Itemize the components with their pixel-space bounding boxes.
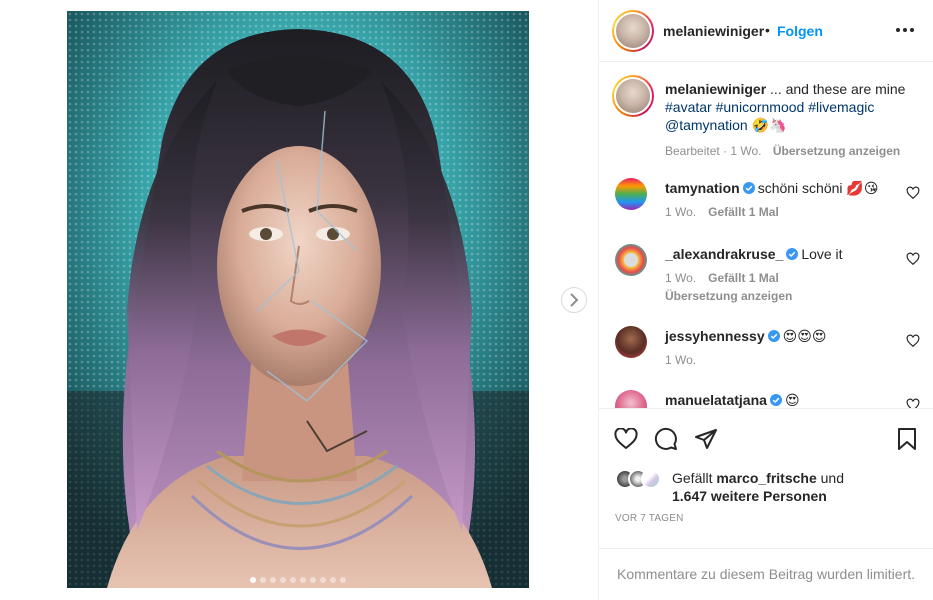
hashtag-link[interactable]: #livemagic xyxy=(808,99,874,115)
edited-label: Bearbeitet xyxy=(665,144,720,158)
likes-summary: Gefällt marco_fritsche und 1.647 weitere… xyxy=(615,469,915,509)
post-media-area xyxy=(0,0,598,600)
likes-prefix: Gefällt xyxy=(672,470,713,486)
paper-plane-icon xyxy=(695,429,717,449)
hashtag-link[interactable]: #unicornmood xyxy=(716,99,805,115)
carousel-dot xyxy=(300,577,306,583)
carousel-dot xyxy=(260,577,266,583)
like-comment-heart-icon[interactable] xyxy=(906,398,920,408)
caption-lead-text: ... and these are mine xyxy=(770,81,906,97)
caption-username[interactable]: melaniewiniger xyxy=(665,81,766,97)
author-username[interactable]: melaniewiniger xyxy=(663,23,764,39)
translate-link[interactable]: Übersetzung anzeigen xyxy=(665,289,792,303)
caption-emojis: 🤣🦄 xyxy=(751,117,787,133)
comment-body: manuelatatjana 😍 xyxy=(665,391,897,408)
likes-joiner: und xyxy=(820,470,844,486)
author-avatar[interactable] xyxy=(612,10,654,52)
post-header: melaniewiniger • Folgen xyxy=(599,0,933,62)
like-comment-heart-icon[interactable] xyxy=(906,186,920,200)
carousel-dot xyxy=(290,577,296,583)
comment-body: jessyhennessy 😍😍😍 xyxy=(665,327,897,345)
comment-time: 1 Wo. xyxy=(665,271,697,285)
commenter-avatar[interactable] xyxy=(615,326,647,358)
carousel-dot xyxy=(270,577,276,583)
verified-badge-icon xyxy=(786,248,799,260)
more-horizontal-icon xyxy=(896,28,914,32)
verified-badge-icon xyxy=(769,394,782,406)
comment-text: Love it xyxy=(801,246,843,262)
commenter-username[interactable]: manuelatatjana xyxy=(665,392,767,408)
commenter-avatar[interactable] xyxy=(615,244,647,276)
follow-button[interactable]: Folgen xyxy=(777,23,823,39)
caption-text: melaniewiniger ... and these are mine #a… xyxy=(665,80,917,160)
heart-icon xyxy=(614,428,638,449)
bookmark-icon xyxy=(898,428,916,450)
commenter-username[interactable]: tamynation xyxy=(665,180,740,196)
liker-avatar[interactable] xyxy=(641,469,661,489)
commenter-username[interactable]: _alexandrakruse_ xyxy=(665,246,783,262)
comment-text: schöni schöni 💋😘 xyxy=(757,180,879,196)
carousel-dot xyxy=(320,577,326,583)
comment-likes-count[interactable]: Gefällt 1 Mal xyxy=(708,205,779,219)
header-separator: • xyxy=(765,22,770,38)
comment-meta: 1 Wo. Gefällt 1 Mal xyxy=(665,205,779,219)
carousel-indicator xyxy=(67,577,529,583)
carousel-dot xyxy=(310,577,316,583)
comment-time: 1 Wo. xyxy=(665,205,697,219)
save-button[interactable] xyxy=(894,426,920,452)
commenter-avatar[interactable] xyxy=(615,390,647,408)
comment-meta: 1 Wo. Gefällt 1 Mal xyxy=(665,271,779,285)
carousel-dot xyxy=(250,577,256,583)
post-timestamp[interactable]: VOR 7 TAGEN xyxy=(615,513,684,524)
comment-meta: 1 Wo. xyxy=(665,353,696,367)
commenter-username[interactable]: jessyhennessy xyxy=(665,328,765,344)
liker-username[interactable]: marco_fritsche xyxy=(716,470,816,486)
comment-likes-count[interactable]: Gefällt 1 Mal xyxy=(708,271,779,285)
comment-body: _alexandrakruse_ Love it xyxy=(665,245,897,263)
more-options-button[interactable] xyxy=(893,20,917,40)
comment-bubble-icon xyxy=(654,427,677,450)
verified-badge-icon xyxy=(767,330,780,342)
portrait-illustration xyxy=(67,11,529,588)
post-image[interactable] xyxy=(67,11,529,588)
comment-button[interactable] xyxy=(653,426,679,452)
comments-list[interactable]: melaniewiniger ... and these are mine #a… xyxy=(599,63,933,408)
carousel-dot xyxy=(280,577,286,583)
comment-time: 1 Wo. xyxy=(665,353,697,367)
likes-text: Gefällt marco_fritsche und 1.647 weitere… xyxy=(672,469,844,505)
next-slide-button[interactable] xyxy=(561,287,587,313)
likes-count-link[interactable]: 1.647 weitere Personen xyxy=(672,488,827,504)
carousel-dot xyxy=(330,577,336,583)
comments-limited-text: Kommentare zu diesem Beitrag wurden limi… xyxy=(617,566,916,582)
translate-link[interactable]: Übersetzung anzeigen xyxy=(773,144,900,158)
verified-badge-icon xyxy=(742,182,755,194)
comment-text: 😍 xyxy=(784,392,800,408)
comments-limited-notice: Kommentare zu diesem Beitrag wurden limi… xyxy=(599,548,933,600)
share-button[interactable] xyxy=(693,426,719,452)
comment-body: tamynation schöni schöni 💋😘 xyxy=(665,179,897,197)
post-side-panel: melaniewiniger • Folgen melaniewiniger .… xyxy=(598,0,933,600)
caption-author-avatar[interactable] xyxy=(612,75,654,117)
like-button[interactable] xyxy=(613,426,639,452)
post-actions: Gefällt marco_fritsche und 1.647 weitere… xyxy=(599,408,933,548)
commenter-avatar[interactable] xyxy=(615,178,647,210)
like-comment-heart-icon[interactable] xyxy=(906,252,920,266)
hashtag-link[interactable]: #avatar xyxy=(665,99,712,115)
caption-meta: Bearbeitet · 1 Wo. Übersetzung anzeigen xyxy=(665,144,901,158)
mention-link[interactable]: @tamynation xyxy=(665,117,748,133)
comment-text: 😍😍😍 xyxy=(782,328,827,344)
carousel-dot xyxy=(340,577,346,583)
chevron-right-icon xyxy=(570,293,579,307)
like-comment-heart-icon[interactable] xyxy=(906,334,920,348)
caption-time: 1 Wo. xyxy=(730,144,762,158)
